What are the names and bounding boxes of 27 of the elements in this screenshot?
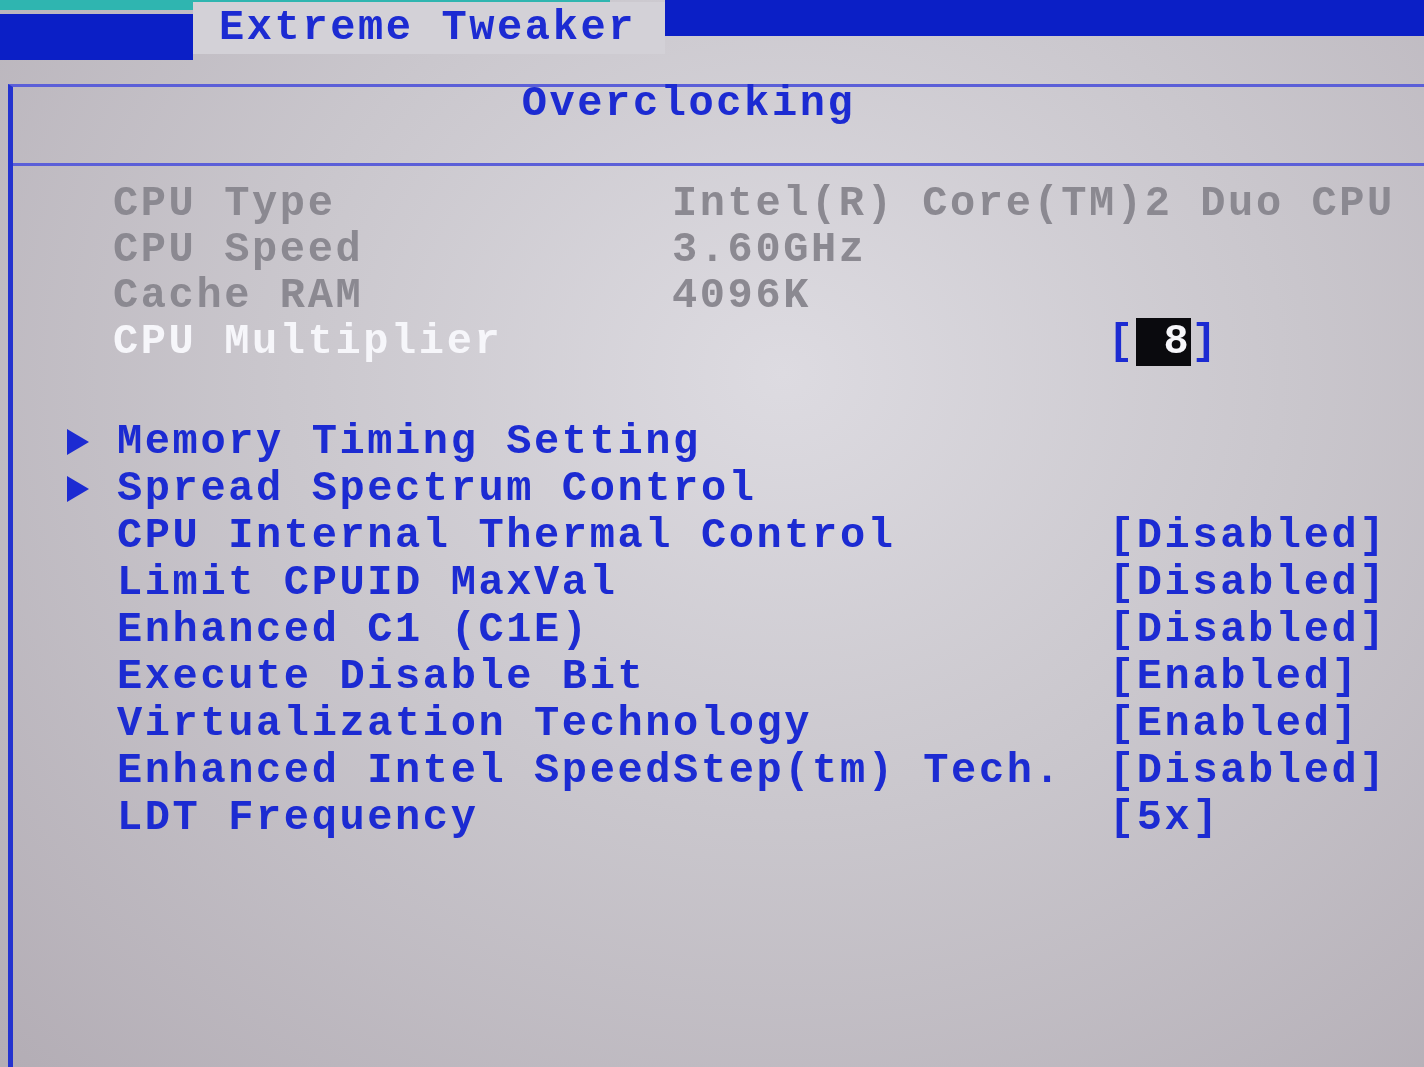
menu-item[interactable]: Enhanced Intel SpeedStep(tm) Tech. <box>117 747 1109 794</box>
option-value[interactable]: [Disabled] <box>1109 559 1424 606</box>
option-value[interactable]: [Enabled] <box>1109 700 1424 747</box>
menu-item[interactable]: Spread Spectrum Control <box>117 465 1109 512</box>
setting-value[interactable]: [ 8] <box>1108 319 1424 365</box>
menu-item[interactable]: Limit CPUID MaxVal <box>117 559 1109 606</box>
option-value[interactable]: [5x] <box>1109 794 1424 841</box>
option-value[interactable]: [Disabled] <box>1109 512 1424 559</box>
menu-item[interactable]: Execute Disable Bit <box>117 653 1109 700</box>
info-value: 3.60GHz <box>672 227 868 273</box>
triangle-icon <box>67 428 89 455</box>
tab[interactable]: Extreme Tweaker <box>193 2 665 54</box>
info-value: 4096K <box>672 273 813 319</box>
info-label: CPU Type <box>113 181 337 227</box>
section-title: Overclocking <box>521 81 856 127</box>
menu-item[interactable]: CPU Internal Thermal Control <box>117 512 1109 559</box>
menu-item[interactable]: Enhanced C1 (C1E) <box>117 606 1109 653</box>
option-value[interactable]: [Disabled] <box>1109 606 1424 653</box>
menu-item[interactable]: Memory Timing Setting <box>117 418 1109 465</box>
menu-item[interactable]: LDT Frequency <box>117 794 1109 841</box>
triangle-icon <box>67 475 89 502</box>
option-value[interactable]: [Disabled] <box>1109 747 1424 794</box>
info-value: Intel(R) Core(TM)2 Duo CPU <box>672 181 1396 227</box>
info-label: Cache RAM <box>113 273 365 319</box>
option-value[interactable]: [Enabled] <box>1109 653 1424 700</box>
info-label: CPU Speed <box>113 227 365 273</box>
menu-item[interactable]: Virtualization Technology <box>117 700 1109 747</box>
